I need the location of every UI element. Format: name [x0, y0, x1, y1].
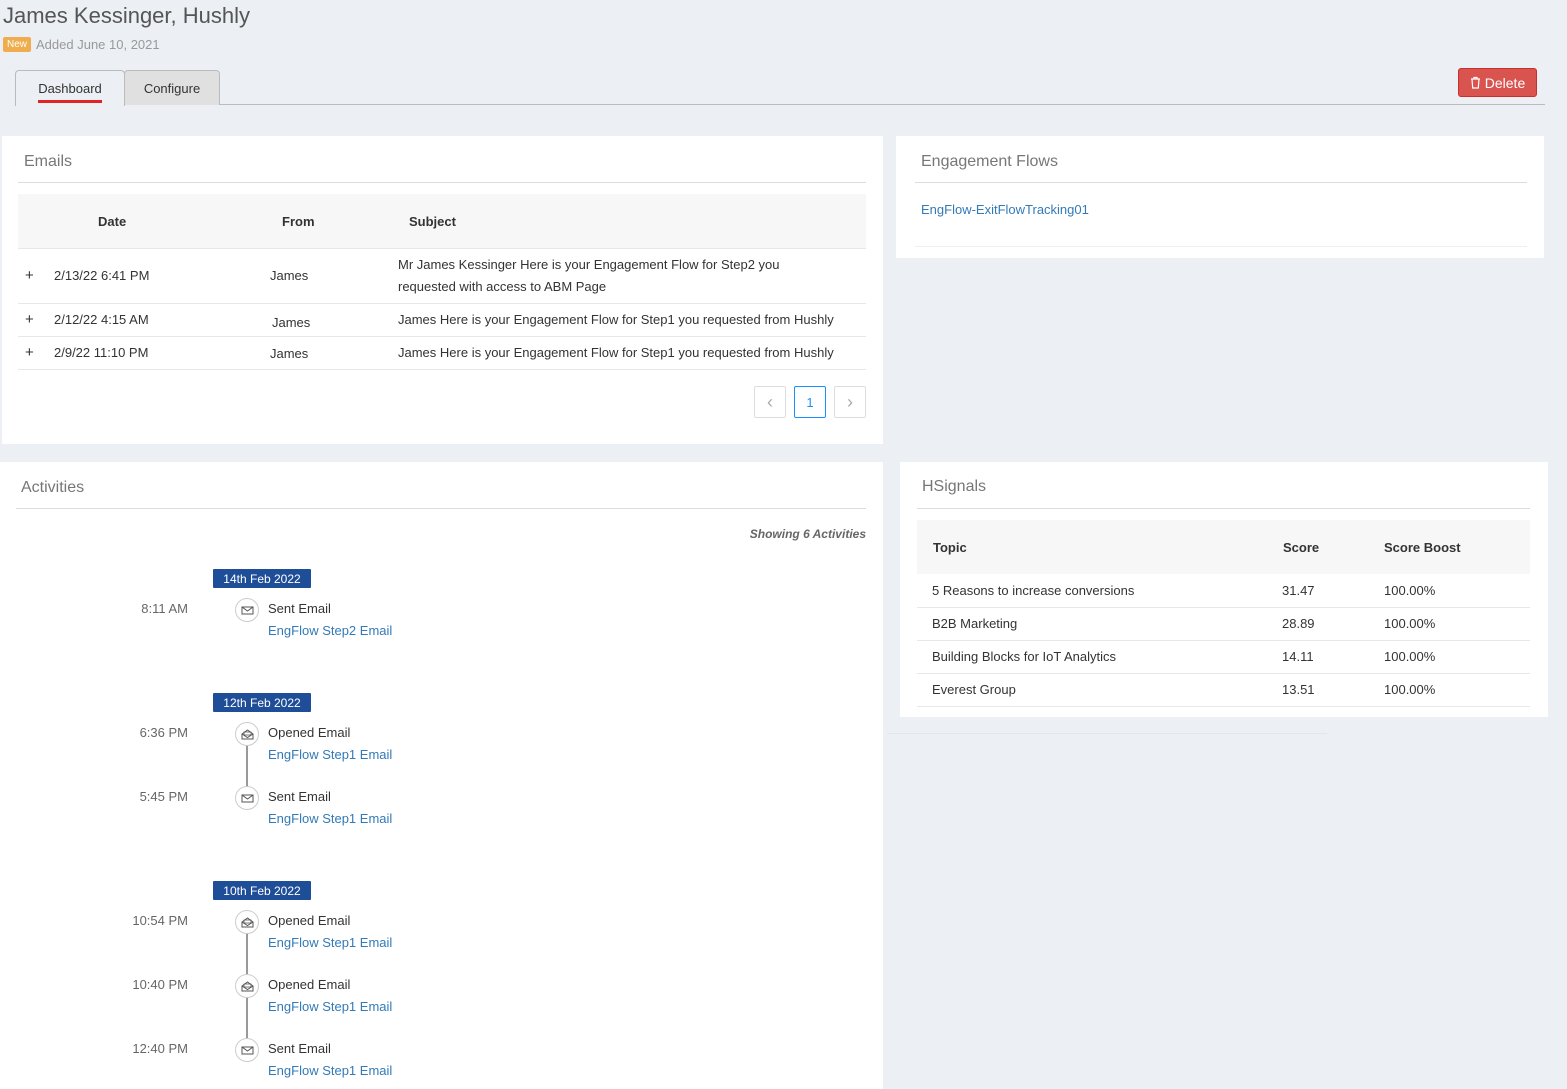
page-title: James Kessinger, Hushly: [3, 3, 250, 28]
activity-type: Sent Email: [268, 1041, 331, 1056]
activity-link[interactable]: EngFlow Step1 Email: [268, 747, 392, 762]
activity-link[interactable]: EngFlow Step1 Email: [268, 935, 392, 950]
activity-link[interactable]: EngFlow Step1 Email: [268, 999, 392, 1014]
col-score-boost[interactable]: Score Boost: [1384, 540, 1461, 555]
hsignal-topic: 5 Reasons to increase conversions: [932, 583, 1135, 598]
row-separator: [18, 369, 866, 370]
new-badge: New: [3, 37, 32, 52]
activity-time: 10:40 PM: [132, 977, 188, 992]
hsignal-topic: Everest Group: [932, 682, 1016, 697]
activity-time: 10:54 PM: [132, 913, 188, 928]
added-date: Added June 10, 2021: [36, 37, 160, 52]
envelope-icon: [235, 786, 259, 810]
row-separator: [917, 607, 1530, 608]
row-separator: [18, 336, 866, 337]
engagement-flows-bottom: [915, 246, 1527, 247]
row-separator: [917, 640, 1530, 641]
hsignal-score: 14.11: [1282, 649, 1314, 664]
email-subject: James Here is your Engagement Flow for S…: [398, 345, 834, 360]
row-separator: [18, 303, 866, 304]
engagement-flows-title: Engagement Flows: [921, 153, 1058, 170]
activity-time: 6:36 PM: [139, 725, 188, 740]
expand-row-icon[interactable]: +: [25, 268, 34, 283]
email-from: James: [270, 346, 309, 361]
activity-type: Opened Email: [268, 977, 351, 992]
activities-title: Activities: [21, 479, 85, 496]
hsignal-score: 13.51: [1282, 682, 1315, 697]
envelope-open-icon: [235, 974, 259, 998]
tab-configure[interactable]: Configure: [124, 70, 220, 105]
col-topic[interactable]: Topic: [933, 540, 967, 555]
activity-type: Opened Email: [268, 913, 351, 928]
next-page-button[interactable]: ›: [834, 386, 866, 418]
hsignal-score: 31.47: [1282, 583, 1315, 598]
email-subject-line: requested with access to ABM Page: [398, 279, 607, 294]
activity-link[interactable]: EngFlow Step1 Email: [268, 811, 392, 826]
email-from: James: [272, 315, 311, 330]
delete-label: Delete: [1484, 74, 1526, 91]
hsignals-divider: [917, 508, 1530, 509]
email-subject-line: Mr James Kessinger Here is your Engageme…: [398, 257, 780, 272]
hsignal-boost: 100.00%: [1384, 649, 1436, 664]
hsignal-score: 28.89: [1282, 616, 1315, 631]
envelope-open-icon: [235, 722, 259, 746]
email-subject: Mr James Kessinger Here is your Engageme…: [398, 254, 780, 298]
envelope-icon: [235, 1038, 259, 1062]
hsignal-boost: 100.00%: [1384, 616, 1436, 631]
hsignal-topic: Building Blocks for IoT Analytics: [932, 649, 1117, 664]
panel-shadow-line: [887, 733, 1327, 734]
timeline-connector: [246, 745, 248, 787]
col-score[interactable]: Score: [1283, 540, 1319, 555]
email-date: 2/12/22 4:15 AM: [54, 312, 149, 327]
row-separator: [917, 706, 1530, 707]
tab-configure-label: Configure: [143, 80, 201, 96]
hsignal-boost: 100.00%: [1384, 682, 1436, 697]
activity-date-badge: 10th Feb 2022: [213, 881, 311, 900]
col-subject[interactable]: Subject: [409, 214, 456, 229]
hsignals-title: HSignals: [922, 478, 987, 495]
row-separator: [917, 673, 1530, 674]
hsignal-boost: 100.00%: [1384, 583, 1436, 598]
activity-link[interactable]: EngFlow Step2 Email: [268, 623, 392, 638]
row-separator: [18, 248, 866, 249]
timeline-connector: [246, 933, 248, 975]
email-date: 2/13/22 6:41 PM: [54, 268, 150, 283]
activity-date-badge: 14th Feb 2022: [213, 569, 311, 588]
delete-button[interactable]: Delete: [1458, 68, 1537, 97]
meta-row: New Added June 10, 2021: [3, 37, 160, 52]
activities-divider: [16, 508, 866, 509]
activity-type: Sent Email: [268, 601, 331, 616]
envelope-icon: [235, 598, 259, 622]
email-from: James: [270, 268, 309, 283]
tab-dashboard[interactable]: Dashboard: [15, 70, 125, 106]
activities-summary: Showing 6 Activities: [749, 527, 866, 541]
activity-link[interactable]: EngFlow Step1 Email: [268, 1063, 392, 1078]
engagement-flow-link[interactable]: EngFlow-ExitFlowTracking01: [921, 202, 1089, 217]
page-1-button[interactable]: 1: [794, 386, 826, 418]
envelope-open-icon: [235, 910, 259, 934]
hsignal-topic: B2B Marketing: [932, 616, 1018, 631]
tab-dashboard-label: Dashboard: [38, 81, 102, 103]
col-date[interactable]: Date: [98, 214, 126, 229]
tab-bar: Dashboard Configure: [15, 70, 1545, 106]
activity-time: 12:40 PM: [132, 1041, 188, 1056]
activity-time: 8:11 AM: [141, 601, 188, 616]
email-subject: James Here is your Engagement Flow for S…: [398, 312, 834, 327]
activity-type: Sent Email: [268, 789, 331, 804]
engagement-flows-divider: [915, 182, 1527, 183]
activity-time: 5:45 PM: [139, 789, 188, 804]
expand-row-icon[interactable]: +: [25, 345, 34, 360]
emails-divider: [18, 182, 866, 183]
prev-page-button[interactable]: ‹: [754, 386, 786, 418]
activities-panel: [0, 462, 883, 1089]
activity-type: Opened Email: [268, 725, 351, 740]
emails-title: Emails: [24, 153, 73, 170]
timeline-connector: [246, 997, 248, 1039]
email-date: 2/9/22 11:10 PM: [54, 345, 149, 360]
col-from[interactable]: From: [282, 214, 315, 229]
activity-date-badge: 12th Feb 2022: [213, 693, 311, 712]
expand-row-icon[interactable]: +: [25, 312, 34, 327]
trash-icon: [1470, 76, 1480, 89]
